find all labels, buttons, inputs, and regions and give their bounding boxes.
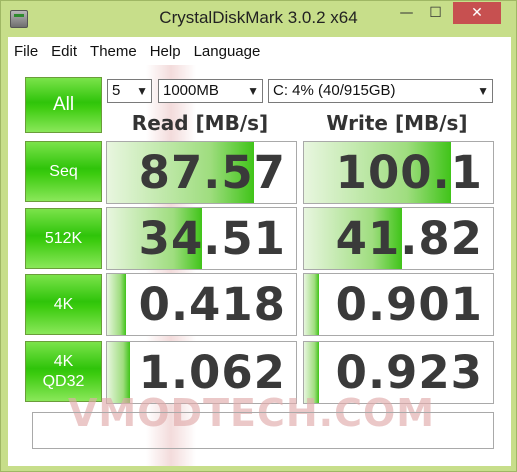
menu-theme[interactable]: Theme [90,43,137,60]
menu-file[interactable]: File [14,43,38,60]
4k-write-result: 0.901 [303,273,494,336]
4k-write-value: 0.901 [335,278,483,331]
menu-edit[interactable]: Edit [51,43,77,60]
seq-write-result: 100.1 [303,141,494,204]
4k-test-button[interactable]: 4K [25,274,102,335]
menu-help[interactable]: Help [150,43,181,60]
run-all-button[interactable]: All [25,77,102,133]
drive-select[interactable]: C: 4% (40/915GB) ▼ [268,79,493,103]
chevron-down-icon: ▼ [477,84,489,98]
512k-write-value: 41.82 [335,212,483,265]
512k-read-value: 34.51 [138,212,286,265]
minimize-button[interactable]: — [392,2,421,24]
seq-read-value: 87.57 [138,146,286,199]
seq-read-result: 87.57 [106,141,297,204]
benchmark-panel: All 5 ▼ 1000MB ▼ C: 4% (40/915GB) ▼ Read… [8,65,511,466]
test-size-value: 1000MB [163,82,219,99]
4k-read-result: 0.418 [106,273,297,336]
read-header: Read [MB/s] [131,111,269,135]
seq-test-button[interactable]: Seq [25,141,102,202]
4k-read-value: 0.418 [138,278,286,331]
title-bar[interactable]: CrystalDiskMark 3.0.2 x64 — ☐ ✕ [1,1,516,37]
512k-test-button[interactable]: 512K [25,208,102,269]
test-count-select[interactable]: 5 ▼ [107,79,152,103]
seq-write-value: 100.1 [335,146,483,199]
menu-bar: File Edit Theme Help Language [8,37,511,65]
maximize-button[interactable]: ☐ [421,2,450,24]
chevron-down-icon: ▼ [136,84,148,98]
comment-field[interactable] [32,412,494,449]
test-count-value: 5 [112,82,121,99]
write-header: Write [MB/s] [326,111,468,135]
512k-read-result: 34.51 [106,207,297,270]
512k-write-result: 41.82 [303,207,494,270]
test-size-select[interactable]: 1000MB ▼ [158,79,263,103]
menu-language[interactable]: Language [194,43,261,60]
close-button[interactable]: ✕ [453,2,501,24]
chevron-down-icon: ▼ [247,84,259,98]
drive-value: C: 4% (40/915GB) [273,82,396,99]
app-window: CrystalDiskMark 3.0.2 x64 — ☐ ✕ File Edi… [0,0,517,472]
